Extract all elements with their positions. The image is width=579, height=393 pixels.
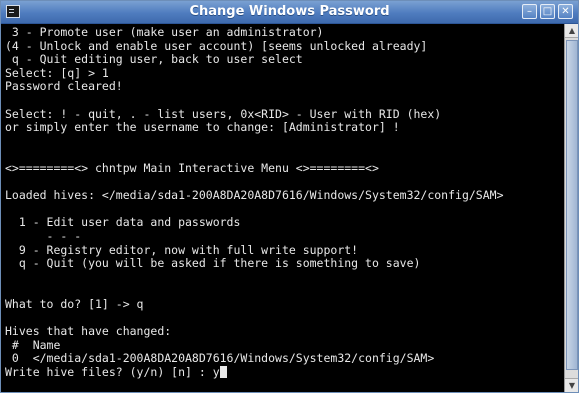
- terminal-line-text: What to do? [1] -> q: [5, 296, 144, 311]
- arrow-up-icon[interactable]: ▲: [565, 24, 578, 38]
- terminal-line-text: (4 - Unlock and enable user account) [se…: [5, 38, 428, 53]
- terminal-line: q - Quit (you will be asked if there is …: [5, 256, 563, 271]
- terminal-line: - - -: [5, 228, 563, 244]
- terminal-line: 0 </media/sda1-200A8DA20A8D7616/Windows/…: [5, 351, 563, 366]
- terminal-line: or simply enter the username to change: …: [5, 120, 563, 135]
- terminal-line: q - Quit editing user, back to user sele…: [5, 52, 563, 67]
- terminal-line-text: 9 - Registry editor, now with full write…: [5, 242, 359, 257]
- close-button[interactable]: ✕: [558, 4, 573, 19]
- terminal-line: 1 - Edit user data and passwords: [5, 216, 563, 230]
- minimize-button[interactable]: –: [522, 4, 537, 19]
- title-bar[interactable]: Change Windows Password – □ ✕: [1, 1, 578, 24]
- maximize-button[interactable]: □: [540, 4, 555, 19]
- terminal-line: What to do? [1] -> q: [5, 296, 563, 312]
- terminal-line: Password cleared!: [5, 80, 563, 94]
- terminal-line-text: 3 - Promote user (make user an administr…: [5, 25, 324, 39]
- terminal-line-text: 0 </media/sda1-200A8DA20A8D7616/Windows/…: [5, 351, 435, 366]
- terminal-line: Hives that have changed:: [5, 324, 563, 339]
- window-title: Change Windows Password: [189, 4, 390, 19]
- terminal-line-text: <>========<> chntpw Main Interactive Men…: [5, 160, 379, 175]
- terminal-line: <>========<> chntpw Main Interactive Men…: [5, 160, 563, 176]
- terminal-line-text: Hives that have changed:: [5, 324, 172, 339]
- arrow-down-icon[interactable]: ▼: [565, 378, 578, 392]
- terminal-output[interactable]: 3 - Promote user (make user an administr…: [2, 25, 563, 390]
- terminal-line-text: Select: [q] > 1: [5, 65, 109, 80]
- terminal-line-text: Password cleared!: [5, 79, 123, 94]
- terminal-line: (4 - Unlock and enable user account) [se…: [5, 38, 563, 54]
- terminal-line: # Name: [5, 337, 563, 353]
- terminal-line: 3 - Promote user (make user an administr…: [5, 25, 563, 40]
- vertical-scrollbar[interactable]: ▲ ▼: [564, 24, 578, 392]
- terminal-window: Change Windows Password – □ ✕ 3 - Promot…: [0, 0, 579, 393]
- terminal-line-text: # Name: [5, 337, 61, 352]
- scrollbar-thumb[interactable]: [566, 40, 578, 370]
- text-cursor: [219, 365, 227, 378]
- terminal-line: Select: ! - quit, . - list users, 0x<RID…: [5, 106, 563, 122]
- terminal-line: 9 - Registry editor, now with full write…: [5, 242, 563, 258]
- terminal-line-text: - - -: [5, 228, 82, 243]
- terminal-line-text: q - Quit editing user, back to user sele…: [5, 52, 303, 67]
- terminal-line: Loaded hives: </media/sda1-200A8DA20A8D7…: [5, 188, 563, 203]
- terminal-line-text: Write hive files? (y/n) [n] : y: [5, 364, 220, 379]
- terminal-line-text: or simply enter the username to change: …: [5, 120, 400, 135]
- terminal-line-text: Loaded hives: </media/sda1-200A8DA20A8D7…: [5, 188, 504, 203]
- terminal-line-text: q - Quit (you will be asked if there is …: [5, 256, 421, 271]
- terminal-line: Select: [q] > 1: [5, 65, 563, 81]
- terminal-line-text: 1 - Edit user data and passwords: [5, 215, 241, 230]
- terminal-line: Write hive files? (y/n) [n] : y: [5, 364, 563, 380]
- terminal-line-text: Select: ! - quit, . - list users, 0x<RID…: [5, 106, 442, 121]
